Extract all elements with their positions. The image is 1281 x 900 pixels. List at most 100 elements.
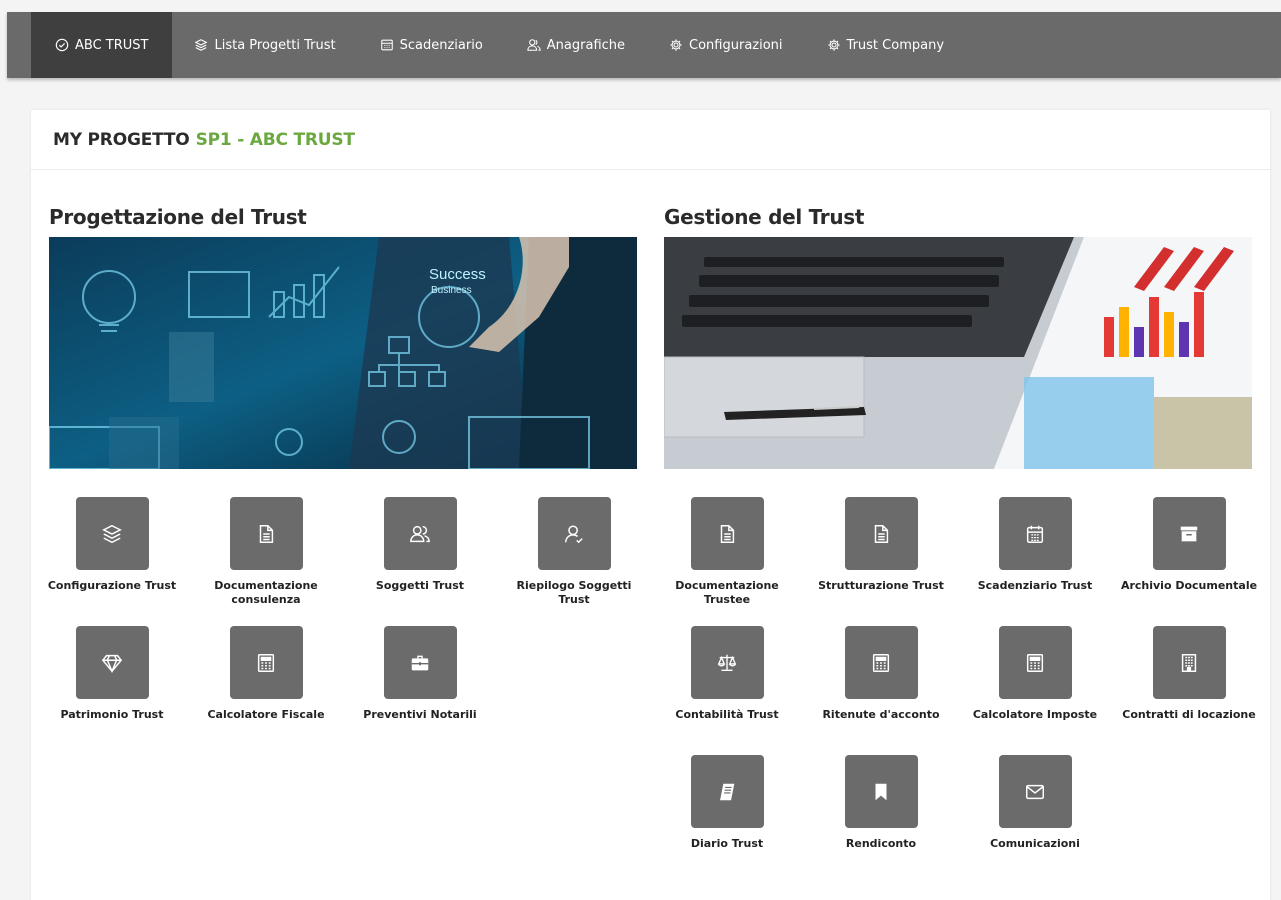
page-title: MY PROGETTO SP1 - ABC TRUST [31,110,1270,170]
tile-label: Scadenziario Trust [977,579,1093,592]
tile-scadenziario-trust[interactable]: Scadenziario Trust [958,497,1112,626]
tile-icon-box [537,497,611,570]
top-navbar: ABC TRUST Lista Progetti Trust Scadenzia… [7,12,1281,78]
tile-icon-box [690,755,764,828]
project-card: MY PROGETTO SP1 - ABC TRUST Progettazion… [31,110,1270,900]
tile-label: Rendiconto [845,837,917,850]
tile-rendiconto[interactable]: Rendiconto [804,755,958,884]
tile-icon-box [1152,626,1226,699]
check-circle-icon [55,38,69,52]
tile-ritenute-acconto[interactable]: Ritenute d'acconto [804,626,958,755]
tile-preventivi-notarili[interactable]: Preventivi Notarili [343,626,497,755]
nav-anagrafiche[interactable]: Anagrafiche [505,12,647,78]
tile-contratti-locazione[interactable]: Contratti di locazione [1112,626,1266,755]
tile-soggetti-trust[interactable]: Soggetti Trust [343,497,497,626]
layers-icon [195,39,208,51]
user-check-icon [565,524,583,543]
calculator-icon [872,653,890,672]
section-title: Progettazione del Trust [49,205,307,229]
tile-icon-box [844,755,918,828]
diamond-icon [101,654,123,673]
briefcase-icon [411,655,429,670]
nav-label: Configurazioni [689,37,783,53]
nav-trust-company[interactable]: Trust Company [805,12,966,78]
tile-icon-box [75,626,149,699]
nav-label: Lista Progetti Trust [214,37,336,53]
tile-label: Soggetti Trust [375,579,465,592]
tile-label: Ritenute d'acconto [822,708,940,721]
section-gestione: Gestione del Trust Documentazione Truste… [664,205,1257,884]
building-icon [1181,653,1197,672]
layers-icon [102,524,122,543]
tile-calcolatore-imposte[interactable]: Calcolatore Imposte [958,626,1112,755]
tile-label: Strutturazione Trust [818,579,944,592]
nav-configurazioni[interactable]: Configurazioni [647,12,805,78]
calendar-icon [380,39,393,51]
tile-icon-box [229,497,303,570]
tile-icon-box [998,497,1072,570]
mail-icon [1026,784,1044,799]
nav-scadenziario[interactable]: Scadenziario [358,12,505,78]
bookmark-icon [875,783,887,800]
tile-label: Contabilità Trust [675,708,779,721]
calculator-icon [1026,653,1044,672]
nav-abc-trust[interactable]: ABC TRUST [31,12,173,78]
title-prefix: MY PROGETTO [53,129,190,150]
tile-icon-box [1152,497,1226,570]
tile-icon-box [229,626,303,699]
book-icon [720,783,735,800]
tile-label: Calcolatore Imposte [972,708,1098,721]
tile-icon-box [690,626,764,699]
tile-icon-box [383,626,457,699]
document-icon [720,524,735,543]
tile-comunicazioni[interactable]: Comunicazioni [958,755,1112,884]
tile-label: Comunicazioni [990,837,1080,850]
gear-icon [827,39,840,51]
tile-archivio-documentale[interactable]: Archivio Documentale [1112,497,1266,626]
tile-label: Riepilogo Soggetti Trust [516,579,632,606]
tile-documentazione-trustee[interactable]: Documentazione Trustee [650,497,804,626]
scale-icon [717,654,737,671]
section-title: Gestione del Trust [664,205,865,229]
archive-icon [1180,526,1198,541]
nav-label: Anagrafiche [546,37,626,53]
tile-icon-box [75,497,149,570]
tiles-progettazione: Configurazione Trust Documentazione cons… [35,497,651,755]
tile-diario-trust[interactable]: Diario Trust [650,755,804,884]
tile-patrimonio-trust[interactable]: Patrimonio Trust [35,626,189,755]
tile-label: Documentazione Trustee [675,579,779,606]
banner-laptop-image [664,237,1252,469]
tile-strutturazione-trust[interactable]: Strutturazione Trust [804,497,958,626]
project-name: SP1 - ABC TRUST [195,129,355,150]
tile-contabilita-trust[interactable]: Contabilità Trust [650,626,804,755]
tile-icon-box [844,497,918,570]
users-icon [527,39,541,51]
tile-label: Preventivi Notarili [363,708,477,721]
tile-riepilogo-soggetti[interactable]: Riepilogo Soggetti Trust [497,497,651,626]
calculator-icon [257,653,275,672]
tile-label: Calcolatore Fiscale [207,708,325,721]
tile-icon-box [998,626,1072,699]
tile-configurazione-trust[interactable]: Configurazione Trust [35,497,189,626]
document-icon [874,524,889,543]
tile-calcolatore-fiscale[interactable]: Calcolatore Fiscale [189,626,343,755]
nav-label: Scadenziario [399,37,483,53]
users-icon [410,525,430,542]
document-icon [259,524,274,543]
tile-label: Archivio Documentale [1120,579,1258,592]
banner-text-business: Business [431,285,472,296]
nav-lista-progetti[interactable]: Lista Progetti Trust [172,12,357,78]
tile-label: Documentazione consulenza [214,579,318,606]
tile-icon-box [383,497,457,570]
tile-label: Patrimonio Trust [60,708,164,721]
banner-business-image: Success Business [49,237,637,469]
tile-label: Configurazione Trust [47,579,177,592]
tile-icon-box [844,626,918,699]
tile-icon-box [690,497,764,570]
tiles-gestione: Documentazione Trustee Strutturazione Tr… [650,497,1266,884]
section-progettazione: Progettazione del Trust Success Business… [48,205,637,755]
tile-label: Contratti di locazione [1122,708,1256,721]
calendar-icon [1026,525,1044,543]
banner-text-success: Success [429,266,486,283]
tile-documentazione-consulenza[interactable]: Documentazione consulenza [189,497,343,626]
